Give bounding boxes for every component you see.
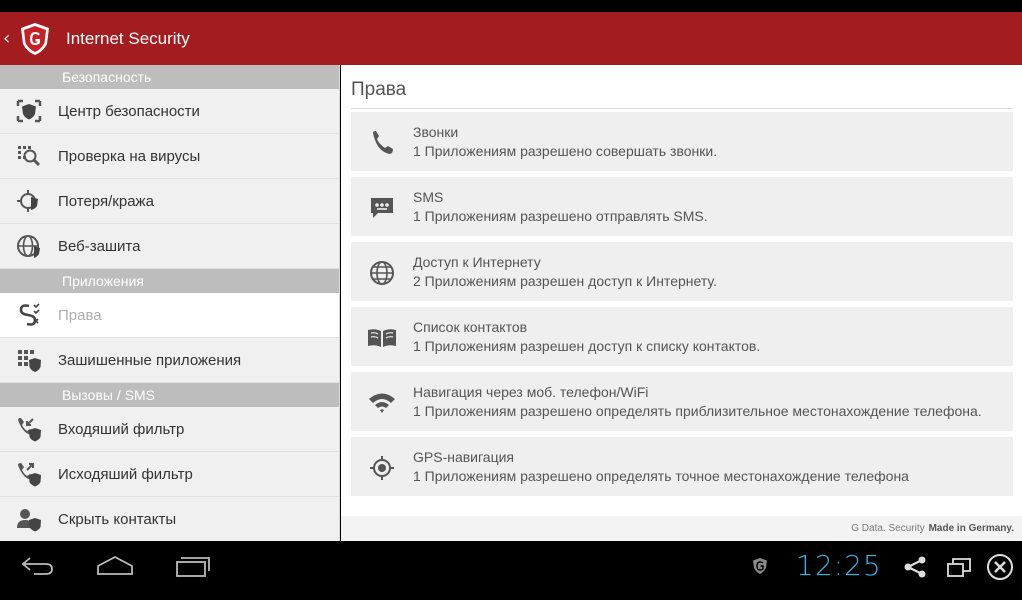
sidebar-item-security-center[interactable]: Центр безопасности: [0, 89, 339, 134]
permission-description: 1 Приложениям разрешено определять прибл…: [413, 403, 982, 419]
back-chevron-icon[interactable]: ‹: [3, 28, 17, 49]
permissions-panel: Права Звонки 1 Приложениям разрешено сов…: [341, 65, 1022, 516]
close-circle-icon[interactable]: [986, 553, 1014, 585]
sidebar-item-permissions[interactable]: Права: [0, 293, 339, 338]
sidebar-item-label: Центр безопасности: [58, 102, 200, 120]
action-bar: ‹ Internet Security: [0, 12, 1022, 65]
virus-scan-icon: [0, 143, 58, 169]
sms-icon: [351, 188, 413, 222]
gps-icon: [351, 448, 413, 482]
footer-text: G Data. Security: [851, 523, 925, 534]
sidebar-item-label: Исходяший фильтр: [58, 465, 193, 483]
web-protection-icon: [0, 232, 58, 260]
permission-item-network-location[interactable]: Навигация через моб. телефон/WiFi 1 Прил…: [351, 372, 1013, 431]
sidebar-item-label: Потеря/кража: [58, 192, 154, 210]
home-icon[interactable]: [96, 555, 134, 581]
sidebar-item-virus-scan[interactable]: Проверка на вирусы: [0, 134, 339, 179]
gdata-notification-icon: [752, 557, 768, 579]
permission-title: GPS-навигация: [413, 449, 515, 465]
system-navigation-bar: 12:25: [0, 541, 1022, 600]
permission-description: 1 Приложениям разрешено отправлять SMS.: [413, 208, 708, 224]
sidebar: Безопасность Центр безопасности Проверка…: [0, 65, 340, 541]
permission-item-gps[interactable]: GPS-навигация 1 Приложениям разрешено оп…: [351, 437, 1013, 496]
sidebar-item-hide-contacts[interactable]: Скрыть контакты: [0, 497, 339, 541]
wifi-icon: [351, 383, 413, 417]
permission-item-calls[interactable]: Звонки 1 Приложениям разрешено совершать…: [351, 112, 1013, 171]
incoming-filter-icon: [0, 416, 58, 442]
permissions-list: Звонки 1 Приложениям разрешено совершать…: [351, 112, 1013, 502]
footer-bold-text: Made in Germany.: [928, 523, 1014, 534]
globe-icon: [351, 253, 413, 287]
sidebar-item-incoming-filter[interactable]: Входяший фильтр: [0, 407, 339, 452]
top-status-bar: [0, 0, 1022, 12]
permission-title: Навигация через моб. телефон/WiFi: [413, 384, 649, 400]
section-header-apps: Приложения: [0, 269, 339, 293]
protected-apps-icon: [0, 347, 58, 373]
sidebar-item-outgoing-filter[interactable]: Исходяший фильтр: [0, 452, 339, 497]
permission-description: 2 Приложениям разрешен доступ к Интернет…: [413, 273, 717, 289]
back-icon[interactable]: [20, 555, 56, 581]
sidebar-item-protected-apps[interactable]: Зашишенные приложения: [0, 338, 339, 383]
permission-item-sms[interactable]: SMS 1 Приложениям разрешено отправлять S…: [351, 177, 1013, 236]
sidebar-item-label: Скрыть контакты: [58, 510, 177, 528]
sidebar-item-web-protection[interactable]: Веб-зашита: [0, 224, 339, 269]
permission-title: Доступ к Интернету: [413, 254, 541, 270]
phone-icon: [351, 123, 413, 157]
outgoing-filter-icon: [0, 461, 58, 487]
sidebar-item-label: Проверка на вирусы: [58, 147, 201, 165]
sidebar-item-loss-theft[interactable]: Потеря/кража: [0, 179, 339, 224]
permission-description: 1 Приложениям разрешено совершать звонки…: [413, 143, 718, 159]
sidebar-item-label: Права: [58, 306, 102, 324]
hide-contacts-icon: [0, 506, 58, 532]
permission-description: 1 Приложениям разрешен доступ к списку к…: [413, 338, 761, 354]
permission-title: Список контактов: [413, 319, 528, 335]
contacts-book-icon: [351, 318, 413, 352]
permission-description: 1 Приложениям разрешено определять точно…: [413, 468, 909, 484]
share-icon[interactable]: [903, 556, 927, 582]
recent-apps-icon[interactable]: [175, 554, 211, 582]
sidebar-item-label: Зашишенные приложения: [58, 351, 242, 369]
permission-item-contacts[interactable]: Список контактов 1 Приложениям разрешен …: [351, 307, 1013, 366]
section-header-security: Безопасность: [0, 65, 339, 89]
permission-item-internet[interactable]: Доступ к Интернету 2 Приложениям разреше…: [351, 242, 1013, 301]
permission-title: SMS: [413, 189, 444, 205]
gdata-shield-logo[interactable]: [17, 21, 53, 57]
sidebar-item-label: Веб-зашита: [58, 237, 141, 255]
app-title: Internet Security: [66, 28, 190, 48]
loss-theft-icon: [0, 187, 58, 215]
clock[interactable]: 12:25: [796, 549, 882, 582]
section-header-calls-sms: Вызовы / SMS: [0, 383, 339, 407]
permissions-icon: [0, 301, 58, 329]
footer-brand: G Data. Security Made in Germany.: [341, 516, 1022, 541]
window-icon[interactable]: [946, 556, 972, 582]
heading-divider: [351, 108, 1013, 109]
security-center-icon: [0, 98, 58, 124]
page-title: Права: [351, 79, 407, 100]
sidebar-item-label: Входяший фильтр: [58, 420, 185, 438]
permission-title: Звонки: [413, 124, 459, 140]
